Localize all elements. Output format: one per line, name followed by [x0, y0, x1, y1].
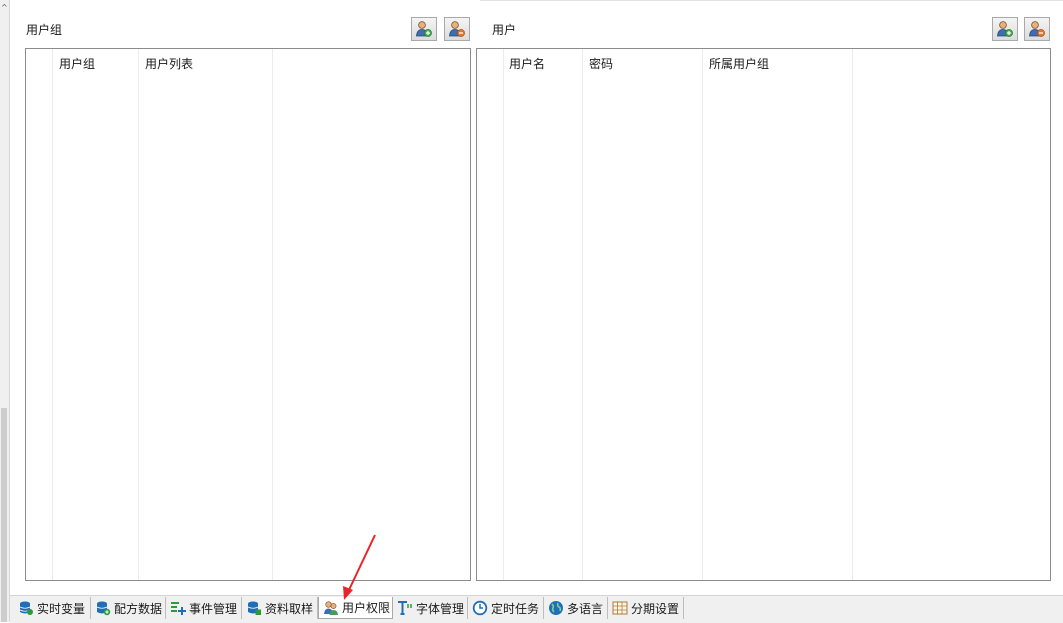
column-divider: [702, 49, 703, 580]
font-icon: [398, 601, 412, 615]
database-add-icon: [96, 601, 111, 616]
tab-user-permissions[interactable]: 用户权限: [318, 597, 393, 619]
tab-label: 分期设置: [631, 601, 680, 616]
window-edge-scrollbar[interactable]: ^: [0, 0, 10, 622]
user-table[interactable]: 用户名 密码 所属用户组: [476, 48, 1051, 581]
clock-icon: [472, 600, 488, 616]
delete-user-icon: [1029, 21, 1045, 37]
tab-label: 多语言: [567, 601, 604, 616]
row-header-divider: [503, 49, 504, 580]
scrollbar-thumb[interactable]: [1, 408, 7, 622]
bottom-tab-bar: 实时变量 配方数据 事件管理 资料取样 用户权限 字体管理 定时任务 多语言 分…: [10, 595, 1063, 623]
globe-icon: [549, 601, 563, 615]
column-header-password[interactable]: 密码: [589, 55, 613, 72]
database-sample-icon: [247, 601, 261, 615]
column-header-user-group[interactable]: 所属用户组: [709, 55, 769, 72]
user-group-panel-title: 用户组: [26, 23, 63, 37]
user-group-table[interactable]: 用户组 用户列表: [25, 48, 471, 581]
add-user-icon: [416, 21, 432, 37]
tab-label: 资料取样: [265, 601, 314, 616]
add-user-icon: [997, 21, 1013, 37]
divider: [480, 0, 1063, 1]
row-header-divider: [52, 49, 53, 580]
tab-multi-language[interactable]: 多语言: [544, 597, 608, 619]
delete-user-icon: [449, 21, 465, 37]
tab-label: 事件管理: [189, 601, 238, 616]
tab-label: 字体管理: [416, 601, 465, 616]
grid-table-icon: [612, 601, 628, 615]
column-divider: [272, 49, 273, 580]
database-icon: [19, 601, 33, 615]
tab-event-management[interactable]: 事件管理: [166, 597, 242, 619]
tab-label: 定时任务: [491, 601, 540, 616]
column-divider: [138, 49, 139, 580]
delete-user-button[interactable]: [1024, 17, 1050, 41]
delete-user-group-button[interactable]: [444, 17, 470, 41]
column-header-user-group[interactable]: 用户组: [59, 55, 95, 72]
tab-realtime-variables[interactable]: 实时变量: [14, 597, 91, 619]
tab-scheduled-tasks[interactable]: 定时任务: [468, 597, 544, 619]
tab-font-management[interactable]: 字体管理: [393, 597, 468, 619]
list-add-icon: [171, 602, 186, 615]
tab-recipe-data[interactable]: 配方数据: [91, 597, 166, 619]
column-divider: [852, 49, 853, 580]
tab-label: 用户权限: [342, 601, 391, 615]
user-panel-title: 用户: [492, 23, 517, 37]
add-user-button[interactable]: [992, 17, 1018, 41]
tab-label: 实时变量: [37, 601, 86, 616]
users-icon: [324, 600, 338, 615]
add-user-group-button[interactable]: [411, 17, 437, 41]
tab-installment-settings[interactable]: 分期设置: [608, 597, 684, 619]
tab-label: 配方数据: [114, 601, 163, 616]
column-header-user-list[interactable]: 用户列表: [145, 55, 193, 72]
column-header-username[interactable]: 用户名: [509, 55, 545, 72]
scroll-up-arrow-icon[interactable]: ^: [1, 3, 8, 12]
tab-data-sampling[interactable]: 资料取样: [242, 597, 318, 619]
column-divider: [582, 49, 583, 580]
